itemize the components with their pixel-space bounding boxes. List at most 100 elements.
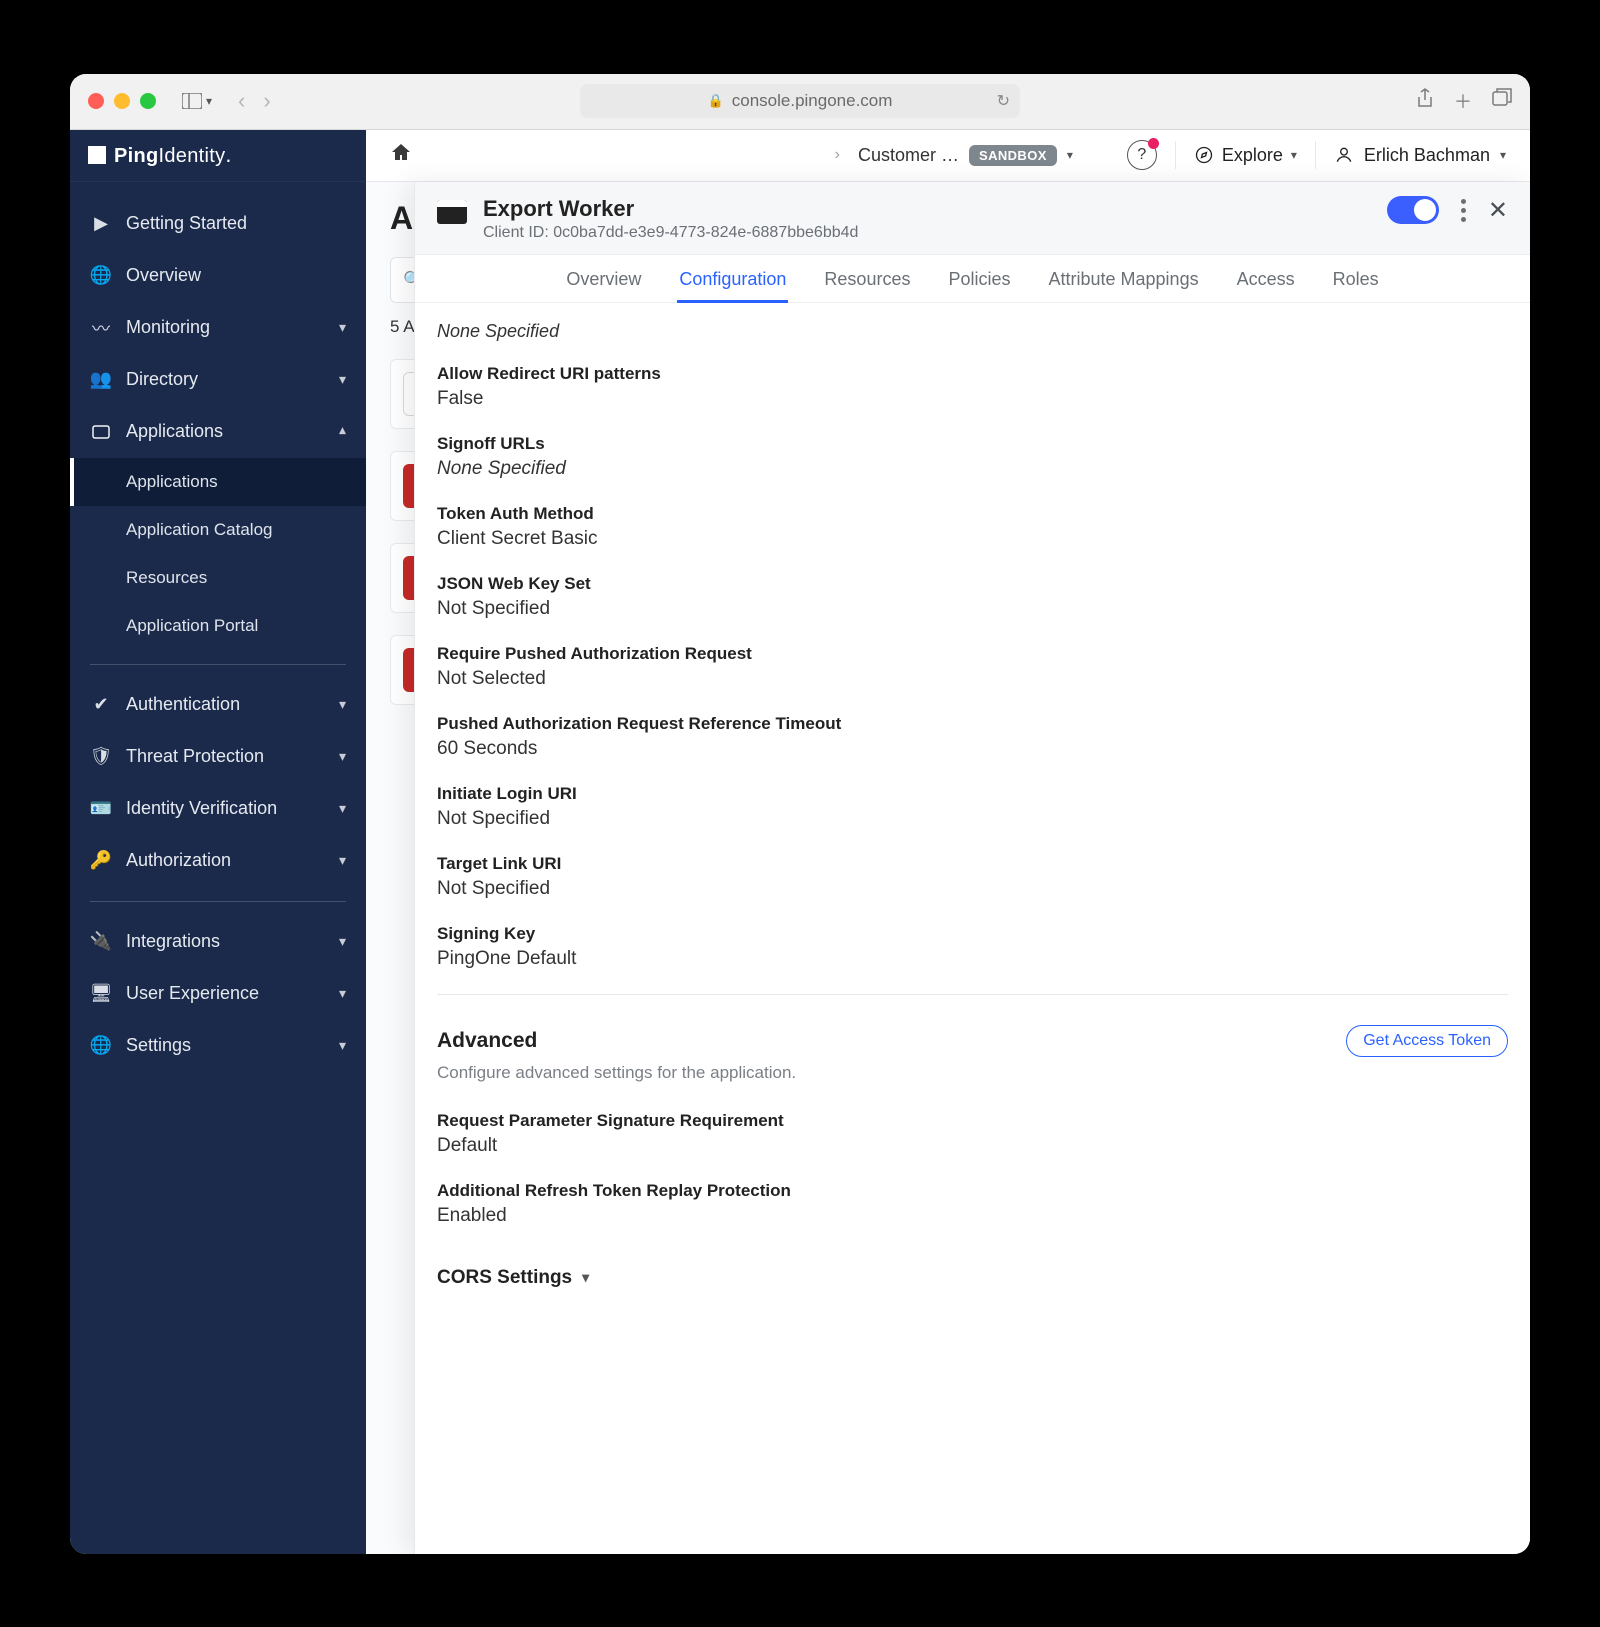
address-bar[interactable]: 🔒 console.pingone.com ↻ [580,84,1020,118]
sidebar-item-label: Authentication [126,694,240,715]
sidebar-item-overview[interactable]: 🌐 Overview [70,250,366,302]
share-icon[interactable] [1416,88,1434,114]
field-req-param-sig: Request Parameter Signature Requirement … [437,1111,1508,1157]
field-label: Pushed Authorization Request Reference T… [437,714,1508,734]
sidebar: PingIdentity. ▶ Getting Started 🌐 Overvi… [70,130,366,1554]
field-label: Request Parameter Signature Requirement [437,1111,1508,1131]
drawer-title: Export Worker [483,196,858,222]
sidebar-item-identity-verification[interactable]: 🪪 Identity Verification ▾ [70,783,366,835]
explore-button[interactable]: Explore ▾ [1194,145,1297,166]
tab-overview[interactable]: Overview [564,255,643,302]
screen-icon: 🖥 [90,983,112,1004]
breadcrumb-text: Customer … [858,145,959,166]
drawer-tabs: Overview Configuration Resources Policie… [415,255,1530,303]
globe-icon: 🌐 [90,265,112,286]
sidebar-item-label: Application Catalog [126,520,272,540]
env-selector[interactable]: Customer … SANDBOX ▾ [858,145,1073,166]
sidebar-item-label: Application Portal [126,616,258,636]
sidebar-toggle[interactable]: ▾ [174,93,220,109]
tab-attribute-mappings[interactable]: Attribute Mappings [1047,255,1201,302]
pulse-icon: 〰 [90,315,112,341]
field-value: 60 Seconds [437,738,1508,760]
tab-configuration[interactable]: Configuration [677,255,788,302]
chevron-down-icon: ▾ [339,852,346,869]
minimize-window[interactable] [114,93,130,109]
sidebar-item-label: Applications [126,421,223,442]
sidebar-item-label: Identity Verification [126,798,277,819]
field-value: Not Specified [437,598,1508,620]
field-token-auth: Token Auth Method Client Secret Basic [437,504,1508,550]
sidebar-item-threat-protection[interactable]: 🛡 Threat Protection ▾ [70,731,366,783]
key-icon: 🔑 [90,850,112,871]
field-allow-redirect: Allow Redirect URI patterns False [437,364,1508,410]
user-name: Erlich Bachman [1364,145,1490,166]
user-menu[interactable]: Erlich Bachman ▾ [1334,145,1506,166]
tabs-icon[interactable] [1492,88,1512,114]
chevron-down-icon: ▾ [339,985,346,1002]
field-par-timeout: Pushed Authorization Request Reference T… [437,714,1508,760]
explore-label: Explore [1222,145,1283,166]
sidebar-subitem-applications[interactable]: Applications [70,458,366,506]
sidebar-subitem-app-catalog[interactable]: Application Catalog [70,506,366,554]
field-target-link: Target Link URI Not Specified [437,854,1508,900]
section-title: Advanced [437,1029,537,1053]
sidebar-item-label: Threat Protection [126,746,264,767]
nav-back[interactable]: ‹ [238,88,245,114]
client-id: Client ID: 0c0ba7dd-e3e9-4773-824e-6887b… [483,224,858,242]
refresh-icon[interactable]: ↻ [997,91,1010,111]
sidebar-item-user-experience[interactable]: 🖥 User Experience ▾ [70,968,366,1020]
field-signing-key: Signing Key PingOne Default [437,924,1508,970]
sidebar-subitem-resources[interactable]: Resources [70,554,366,602]
browser-window: ▾ ‹ › 🔒 console.pingone.com ↻ ＋ [70,74,1530,1554]
sidebar-item-label: Overview [126,265,201,286]
divider [1175,141,1176,169]
field-label: Require Pushed Authorization Request [437,644,1508,664]
enabled-toggle[interactable] [1387,196,1439,224]
sidebar-item-authentication[interactable]: ✔ Authentication ▾ [70,679,366,731]
sidebar-subitem-app-portal[interactable]: Application Portal [70,602,366,650]
sidebar-item-authorization[interactable]: 🔑 Authorization ▾ [70,835,366,887]
sidebar-item-monitoring[interactable]: 〰 Monitoring ▾ [70,302,366,354]
tab-roles[interactable]: Roles [1331,255,1381,302]
field-value: Not Specified [437,878,1508,900]
divider [90,901,346,902]
chevron-down-icon: ▾ [339,933,346,950]
close-icon[interactable]: ✕ [1488,196,1508,225]
chevron-down-icon: ▾ [339,319,346,336]
sidebar-item-settings[interactable]: 🌐 Settings ▾ [70,1020,366,1072]
drawer-body[interactable]: None Specified Allow Redirect URI patter… [415,303,1530,1554]
address-text: console.pingone.com [732,91,893,111]
close-window[interactable] [88,93,104,109]
lock-icon: 🔒 [708,93,724,109]
chevron-down-icon: ▾ [339,800,346,817]
field-label: Signoff URLs [437,434,1508,454]
tab-access[interactable]: Access [1235,255,1297,302]
chevron-down-icon: ▾ [582,1269,589,1286]
cors-settings-toggle[interactable]: CORS Settings ▾ [437,1267,1508,1289]
sidebar-item-applications[interactable]: Applications ▾ [70,406,366,458]
maximize-window[interactable] [140,93,156,109]
advanced-header: Advanced Get Access Token [437,1025,1508,1057]
tab-resources[interactable]: Resources [822,255,912,302]
sidebar-item-directory[interactable]: 👥 Directory ▾ [70,354,366,406]
sidebar-nav: ▶ Getting Started 🌐 Overview 〰 Monitorin… [70,182,366,1096]
help-button[interactable]: ? [1127,140,1157,170]
field-value: False [437,388,1508,410]
tab-policies[interactable]: Policies [946,255,1012,302]
more-menu[interactable] [1461,199,1466,222]
get-access-token-button[interactable]: Get Access Token [1346,1025,1508,1057]
home-icon[interactable] [390,142,412,168]
field-initiate-login: Initiate Login URI Not Specified [437,784,1508,830]
sidebar-item-integrations[interactable]: 🔌 Integrations ▾ [70,916,366,968]
chevron-down-icon: ▾ [339,1037,346,1054]
sidebar-item-getting-started[interactable]: ▶ Getting Started [70,198,366,250]
shield-icon: 🛡 [90,746,112,767]
field-label: Signing Key [437,924,1508,944]
field-jwks: JSON Web Key Set Not Specified [437,574,1508,620]
sidebar-item-label: Directory [126,369,198,390]
field-value: Default [437,1135,1508,1157]
nav-forward[interactable]: › [263,88,270,114]
main: › Customer … SANDBOX ▾ ? Explore ▾ [366,130,1530,1554]
new-tab-icon[interactable]: ＋ [1454,88,1472,114]
field-value: Client Secret Basic [437,528,1508,550]
